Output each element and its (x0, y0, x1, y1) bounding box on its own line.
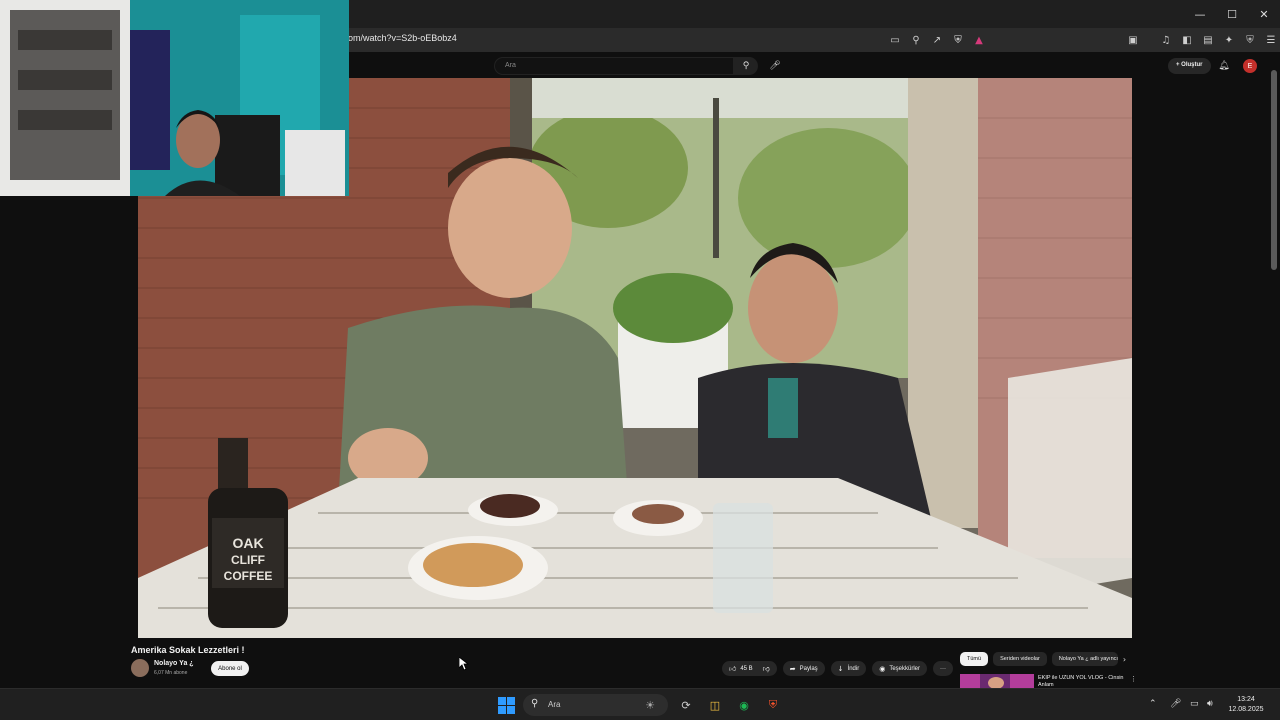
share-label: Paylaş (799, 665, 818, 672)
svg-text:COFFEE: COFFEE (224, 569, 273, 583)
windows-start-icon[interactable] (498, 697, 515, 714)
like-button[interactable]: 👍︎ 45 B 👎︎ (722, 661, 777, 676)
wallet-icon[interactable]: ▤ (1199, 31, 1217, 49)
share-icon[interactable]: ↗ (928, 31, 946, 49)
address-bar[interactable]: om/watch?v=S2b-oEBobz4 (348, 33, 457, 43)
video-title: Amerika Sokak Lezzetleri ! (131, 645, 245, 655)
svg-text:CLIFF: CLIFF (231, 553, 265, 567)
window-controls: — ☐ ✕ (1184, 0, 1280, 28)
vpn-icon[interactable]: ⛨ (1241, 31, 1259, 49)
notifications-icon[interactable]: 🔔︎ (1216, 58, 1232, 74)
system-clock[interactable]: 13:24 12.08.2025 (1222, 695, 1270, 715)
chip-all[interactable]: Tümü (960, 652, 989, 666)
webcam-overlay (0, 0, 349, 196)
clock-time: 13:24 (1237, 696, 1255, 703)
download-icon: ↓ (837, 664, 844, 673)
subscribe-button[interactable]: Abone ol (211, 661, 249, 676)
account-avatar[interactable]: E (1243, 59, 1257, 73)
thumbs-down-icon[interactable]: 👎︎ (763, 664, 770, 673)
recommended-video-thumbnail[interactable] (960, 674, 1034, 688)
leo-icon[interactable]: ✦ (1220, 31, 1238, 49)
address-bar-icons: ▭ ⚲ ↗ ⛨ ▲ (886, 31, 988, 49)
thanks-label: Teşekkürler (889, 665, 921, 672)
thumbs-up-icon: 👍︎ (729, 665, 737, 673)
download-button[interactable]: ↓ İndir (830, 661, 867, 676)
svg-text:OAK: OAK (232, 535, 263, 551)
maximize-button[interactable]: ☐ (1216, 0, 1248, 28)
channel-avatar[interactable] (131, 659, 149, 677)
video-actions: 👍︎ 45 B 👎︎ ➦ Paylaş ↓ İndir ◉ Teşekkürle… (722, 661, 954, 676)
mouse-cursor-icon (459, 657, 469, 671)
search-input[interactable]: Ara (494, 57, 734, 75)
clock-date: 12.08.2025 (1228, 706, 1264, 713)
like-count: 45 B (740, 665, 753, 672)
chip-channel[interactable]: Nolayo Ya ¿ adlı yayıncı (1051, 652, 1118, 666)
microphone-tray-icon[interactable]: 🎤︎ (1170, 699, 1181, 709)
more-actions-button[interactable]: ··· (933, 661, 954, 676)
webcam-scene (0, 0, 349, 196)
more-vert-icon[interactable]: ⋮ (1130, 675, 1137, 683)
scrollbar-thumb[interactable] (1271, 70, 1277, 270)
close-button[interactable]: ✕ (1248, 0, 1280, 28)
windows-taskbar: Ara ⚲ ☀ ⟳ ◫ ◉ ⛨ ⌃ 🎤︎ ▭ 🔊︎ 13:24 12.08.20… (0, 688, 1280, 720)
zoom-icon[interactable]: ⚲ (907, 31, 925, 49)
media-icon[interactable]: ♫ (1157, 31, 1175, 49)
brave-browser-icon[interactable]: ⛨ (764, 696, 782, 714)
volume-icon[interactable]: 🔊︎ (1207, 699, 1213, 709)
page-scrollbar[interactable] (1270, 60, 1278, 688)
channel-subscribers: 6,07 Mn abone (154, 670, 188, 676)
menu-icon[interactable]: ☰ (1262, 31, 1280, 49)
chevron-right-icon[interactable]: › (1123, 655, 1133, 664)
search-highlight-icon[interactable]: ☀ (641, 696, 659, 714)
file-explorer-icon[interactable]: ◫ (706, 696, 724, 714)
microphone-icon[interactable]: 🎤︎ (766, 57, 784, 75)
tray-chevron-icon[interactable]: ⌃ (1149, 699, 1157, 709)
browser-right-icons: ▣ ♫ ◧ ▤ ✦ ⛨ ☰ (1124, 31, 1280, 49)
recommendation-chips: Tümü Seriden videolar Nolayo Ya ¿ adlı y… (960, 652, 1133, 666)
task-view-icon[interactable]: ⟳ (677, 696, 695, 714)
display-tray-icon[interactable]: ▭ (1190, 699, 1199, 709)
thanks-icon: ◉ (879, 664, 886, 673)
chip-series[interactable]: Seriden videolar (993, 652, 1047, 666)
thumbnail-image (960, 674, 1034, 688)
download-label: İndir (847, 665, 860, 672)
minimize-button[interactable]: — (1184, 0, 1216, 28)
thanks-button[interactable]: ◉ Teşekkürler (872, 661, 928, 676)
create-button[interactable]: + Oluştur (1168, 58, 1211, 74)
search-icon[interactable]: ⚲ (734, 57, 758, 75)
channel-name[interactable]: Nolayo Ya ¿ (154, 660, 194, 667)
cast-icon[interactable]: ▭ (886, 31, 904, 49)
shield-icon[interactable]: ⛨ (949, 31, 967, 49)
rewards-icon[interactable]: ▲ (970, 31, 988, 49)
share-button[interactable]: ➦ Paylaş (782, 661, 825, 676)
screenshot-icon[interactable]: ▣ (1124, 31, 1142, 49)
taskbar-search-icon: ⚲ (531, 698, 539, 709)
spotify-icon[interactable]: ◉ (735, 696, 753, 714)
sidebar-icon[interactable]: ◧ (1178, 31, 1196, 49)
share-arrow-icon: ➦ (789, 664, 796, 673)
recommended-video-title[interactable]: EKİP ile UZUN YOL VLOG - Cinsin Anlam (1038, 675, 1128, 688)
